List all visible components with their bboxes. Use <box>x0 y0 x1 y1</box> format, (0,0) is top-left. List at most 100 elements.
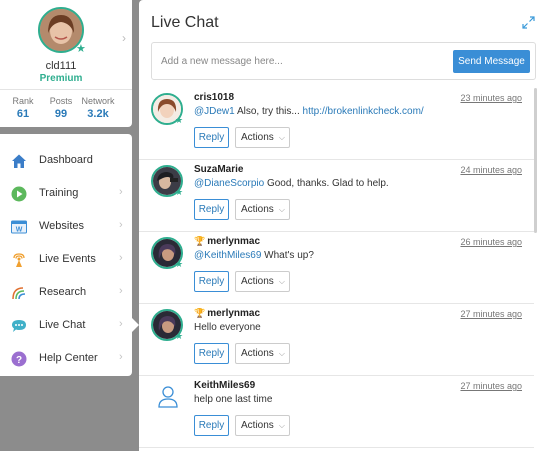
username: cld111 <box>45 60 77 72</box>
svg-text:W: W <box>16 227 23 234</box>
stat-posts[interactable]: Posts 99 <box>41 96 81 120</box>
send-message-button[interactable]: Send Message <box>453 50 530 73</box>
stat-label: Rank <box>12 96 34 106</box>
sidebar-item-websites[interactable]: W Websites › <box>0 210 132 243</box>
sidebar-item-help-center[interactable]: ? Help Center › <box>0 342 132 375</box>
actions-label: Actions <box>241 420 274 431</box>
message-text: @KeithMiles69 What's up? <box>194 250 314 261</box>
sidebar-item-live-events[interactable]: Live Events › <box>0 243 132 276</box>
live-chat-panel: Live Chat Send Message ★ cris1018 23 min… <box>139 0 545 451</box>
stat-label: Network <box>81 96 115 106</box>
chevron-down-icon: ⌵ <box>278 421 285 430</box>
page-title: Live Chat <box>151 14 219 31</box>
message-composer: Send Message <box>151 42 536 80</box>
reply-button[interactable]: Reply <box>194 271 229 292</box>
trophy-icon: 🏆 <box>194 236 206 246</box>
default-user-icon[interactable] <box>157 385 179 409</box>
chevron-down-icon: ⌵ <box>278 205 285 214</box>
sidebar-item-dashboard[interactable]: Dashboard <box>0 144 132 177</box>
chevron-right-icon: › <box>119 318 123 330</box>
message-body: Good, thanks. Glad to help. <box>264 178 389 189</box>
stat-value: 3.2k <box>87 108 109 120</box>
message-body: help one last time <box>194 394 273 405</box>
message-text: @DianeScorpio Good, thanks. Glad to help… <box>194 178 389 189</box>
actions-dropdown[interactable]: Actions ⌵ <box>235 343 290 364</box>
trophy-icon: 🏆 <box>194 308 206 318</box>
actions-dropdown[interactable]: Actions ⌵ <box>235 127 290 148</box>
mention-link[interactable]: @JDew1 <box>194 106 235 117</box>
message-author[interactable]: 🏆 merlynmac <box>194 308 260 319</box>
message-body: Hello everyone <box>194 322 261 333</box>
message-timestamp[interactable]: 24 minutes ago <box>460 165 522 175</box>
membership-tier: Premium <box>39 73 83 84</box>
chat-message: ★ SuzaMarie 24 minutes ago @DianeScorpio… <box>139 160 534 232</box>
chat-message: ★ cris1018 23 minutes ago @JDew1 Also, t… <box>139 88 534 160</box>
sidebar-item-research[interactable]: Research › <box>0 276 132 309</box>
message-author[interactable]: cris1018 <box>194 92 234 103</box>
chevron-right-icon: › <box>119 219 123 231</box>
chevron-right-icon[interactable]: › <box>122 31 126 45</box>
research-icon <box>12 287 26 300</box>
sidebar-item-label: Live Events <box>39 253 96 265</box>
chevron-right-icon: › <box>119 285 123 297</box>
reply-button[interactable]: Reply <box>194 343 229 364</box>
stat-label: Posts <box>49 96 73 106</box>
actions-dropdown[interactable]: Actions ⌵ <box>235 415 290 436</box>
svg-text:?: ? <box>16 355 22 366</box>
premium-star-icon: ★ <box>175 115 184 125</box>
chat-message: KeithMiles69 27 minutes ago help one las… <box>139 376 534 448</box>
profile-avatar[interactable]: ★ <box>38 7 86 55</box>
home-icon <box>12 154 26 168</box>
help-icon: ? <box>11 351 27 367</box>
message-body: What's up? <box>261 250 314 261</box>
message-timestamp[interactable]: 26 minutes ago <box>460 237 522 247</box>
premium-star-icon: ★ <box>175 187 184 197</box>
expand-icon[interactable] <box>522 16 535 29</box>
message-link[interactable]: http://brokenlinkcheck.com/ <box>303 106 424 117</box>
message-body: Also, try this... <box>234 106 303 117</box>
message-timestamp[interactable]: 27 minutes ago <box>460 309 522 319</box>
chevron-down-icon: ⌵ <box>278 349 285 358</box>
message-timestamp[interactable]: 23 minutes ago <box>460 93 522 103</box>
message-text: help one last time <box>194 394 272 405</box>
sidebar-item-training[interactable]: Training › <box>0 177 132 210</box>
mention-link[interactable]: @KeithMiles69 <box>194 250 261 261</box>
active-nav-indicator <box>132 318 139 332</box>
actions-label: Actions <box>241 276 274 287</box>
actions-dropdown[interactable]: Actions ⌵ <box>235 271 290 292</box>
stat-rank[interactable]: Rank 61 <box>3 96 43 120</box>
sidebar-item-label: Help Center <box>39 352 98 364</box>
author-name: merlynmac <box>207 236 261 247</box>
sidebar-item-label: Websites <box>39 220 85 232</box>
actions-label: Actions <box>241 204 274 215</box>
actions-label: Actions <box>241 132 274 143</box>
stat-value: 61 <box>16 108 30 120</box>
website-icon: W <box>11 220 27 234</box>
reply-button[interactable]: Reply <box>194 415 229 436</box>
message-input[interactable] <box>152 43 442 79</box>
message-author[interactable]: KeithMiles69 <box>194 380 255 391</box>
message-author[interactable]: 🏆 merlynmac <box>194 236 260 247</box>
chat-message: ★ 🏆 merlynmac 27 minutes ago Hello everyo… <box>139 304 534 376</box>
mention-link[interactable]: @DianeScorpio <box>194 178 264 189</box>
sidebar-item-label: Dashboard <box>39 154 93 166</box>
reply-button[interactable]: Reply <box>194 127 229 148</box>
message-text: @JDew1 Also, try this... http://brokenli… <box>194 106 424 117</box>
message-timestamp[interactable]: 27 minutes ago <box>460 381 522 391</box>
reply-button[interactable]: Reply <box>194 199 229 220</box>
sidebar-item-label: Training <box>39 187 79 199</box>
chat-message: ★ 🏆 merlynmac 26 minutes ago @KeithMiles6… <box>139 232 534 304</box>
scrollbar[interactable] <box>534 88 537 233</box>
chevron-down-icon: ⌵ <box>278 133 285 142</box>
stat-network[interactable]: Network 3.2k <box>78 96 118 120</box>
sidebar-item-label: Research <box>39 286 87 298</box>
message-author[interactable]: SuzaMarie <box>194 164 243 175</box>
stat-value: 99 <box>54 108 68 120</box>
author-name: merlynmac <box>207 308 261 319</box>
actions-dropdown[interactable]: Actions ⌵ <box>235 199 290 220</box>
premium-star-icon: ★ <box>76 43 86 55</box>
message-text: Hello everyone <box>194 322 261 333</box>
premium-star-icon: ★ <box>175 259 184 269</box>
premium-star-icon: ★ <box>175 331 184 341</box>
sidebar-item-live-chat[interactable]: Live Chat › <box>0 309 132 342</box>
